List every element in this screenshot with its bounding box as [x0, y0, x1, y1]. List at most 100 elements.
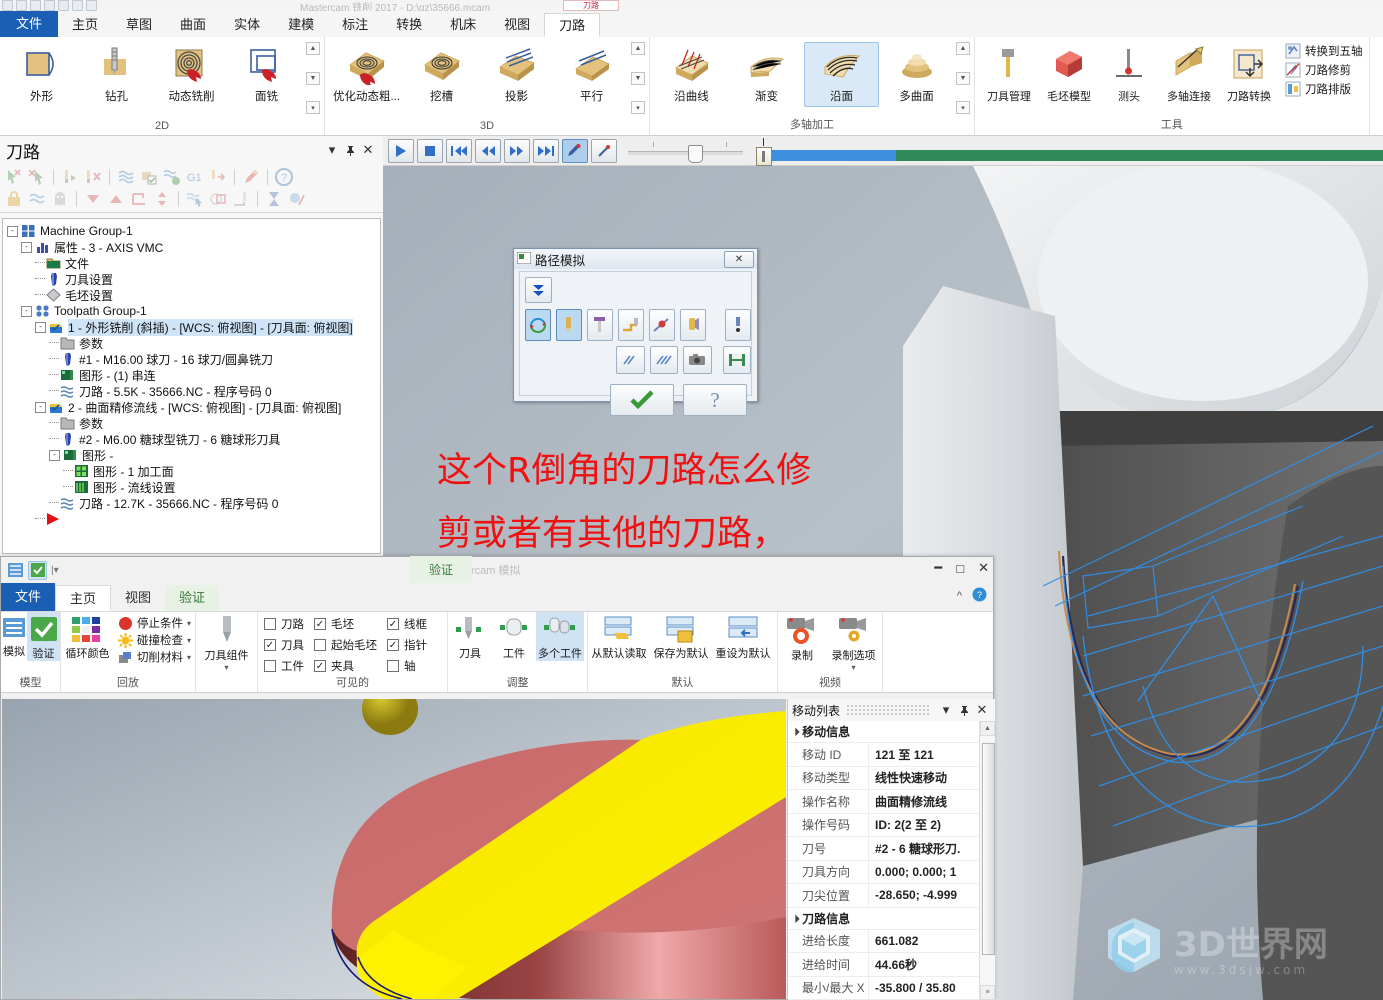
- gallery-up-button[interactable]: ▲: [956, 42, 970, 55]
- move-list-row[interactable]: 操作名称 曲面精修流线: [788, 790, 980, 814]
- simulate-button[interactable]: 模拟: [1, 612, 27, 661]
- tree-item[interactable]: 图形 - 1 加工面: [7, 463, 380, 479]
- stop-condition-item[interactable]: 停止条件 ▾: [118, 615, 191, 631]
- speed-slider-thumb[interactable]: [688, 144, 703, 163]
- deselect-all-icon[interactable]: [27, 167, 47, 187]
- toggle-posting-icon[interactable]: [27, 189, 47, 209]
- redo-icon[interactable]: [72, 0, 83, 11]
- ribbon-tab-6[interactable]: 标注: [328, 13, 382, 37]
- sim-ok-button[interactable]: [610, 384, 674, 416]
- visibility-checkbox-row[interactable]: ✓ 刀具: [264, 637, 304, 653]
- pocket-button[interactable]: 挖槽: [404, 42, 479, 107]
- endpoints-icon[interactable]: [649, 309, 675, 341]
- collision-check-item[interactable]: 碰撞检查 ▾: [117, 632, 191, 648]
- move-list-body[interactable]: ◢ 移动信息 移动 ID 121 至 121 移动类型 线性快速移动 操作名称 曲面精修流线操…: [788, 721, 980, 1000]
- visibility-checkbox-row[interactable]: 起始毛坯: [314, 637, 377, 653]
- gallery-more-button[interactable]: ▾: [631, 101, 645, 114]
- reset-defaults-button[interactable]: 重设为默认: [712, 612, 774, 661]
- verification-tab-3[interactable]: 验证: [165, 585, 220, 611]
- save-icon[interactable]: [722, 346, 751, 374]
- multisurface-button[interactable]: 多曲面: [879, 42, 954, 107]
- tool-manager-button[interactable]: 刀具管理: [979, 42, 1039, 107]
- ribbon-tab-4[interactable]: 实体: [220, 13, 274, 37]
- open-icon[interactable]: [16, 0, 27, 11]
- verification-tab-0[interactable]: 文件: [1, 583, 56, 611]
- playback-toolbar[interactable]: [383, 136, 1383, 166]
- move-list-row[interactable]: 刀尖位置 -28.650; -4.999: [788, 884, 980, 908]
- morph-button[interactable]: 渐变: [729, 42, 804, 107]
- scrollbar-thumb[interactable]: [982, 743, 995, 955]
- close-icon[interactable]: ✕: [973, 701, 991, 719]
- read-defaults-button[interactable]: 从默认读取: [588, 612, 650, 661]
- chevron-down-icon[interactable]: ▾: [187, 619, 191, 628]
- toolpath-nesting-button[interactable]: 刀路排版: [1283, 80, 1365, 98]
- visibility-checkbox-row[interactable]: 轴: [387, 658, 427, 674]
- gallery-down-button[interactable]: ▼: [956, 71, 970, 85]
- edit-toolpath-icon[interactable]: [241, 167, 261, 187]
- gallery-scroll[interactable]: ▲ ▼ ▾: [306, 42, 320, 114]
- tree-item[interactable]: - 属性 - 3 - AXIS VMC: [7, 239, 380, 255]
- ribbon-tab-0[interactable]: 文件: [0, 11, 59, 37]
- gallery-down-button[interactable]: ▼: [306, 71, 320, 85]
- along-curve-button[interactable]: 沿曲线: [654, 42, 729, 107]
- face-mill-button[interactable]: 面铣: [229, 42, 304, 107]
- tree-item[interactable]: 参数: [7, 335, 380, 351]
- drill-button[interactable]: 钻孔: [79, 42, 154, 107]
- move-list-row[interactable]: 操作号码 ID: 2(2 至 2): [788, 813, 980, 837]
- select-all-icon[interactable]: [4, 167, 24, 187]
- tree-expander[interactable]: -: [7, 225, 18, 237]
- cut-material-item[interactable]: 切削材料 ▾: [118, 649, 191, 665]
- play-button[interactable]: [388, 138, 414, 163]
- close-icon[interactable]: ✕: [359, 141, 377, 159]
- tree-item[interactable]: - 2 - 曲面精修流线 - [WCS: 俯视图] - [刀具面: 俯视图]: [7, 399, 380, 415]
- opti-rough-button[interactable]: 优化动态粗...: [329, 42, 404, 107]
- refresh-icon[interactable]: [525, 309, 551, 341]
- chevron-down-icon[interactable]: ▾: [187, 653, 191, 662]
- move-list-row[interactable]: 刀具方向 0.000; 0.000; 1: [788, 860, 980, 884]
- tool-holder-icon[interactable]: [587, 309, 613, 341]
- section-collapse-icon[interactable]: ◢: [790, 726, 801, 737]
- playback-options-list[interactable]: 停止条件 ▾ 碰撞检查 ▾ 切削材料 ▾: [114, 612, 195, 665]
- wait-icon[interactable]: [264, 189, 284, 209]
- collapse-ribbon-icon[interactable]: ^: [957, 590, 962, 602]
- probe-button[interactable]: 测头: [1099, 42, 1159, 107]
- parallel-button[interactable]: 平行: [554, 42, 629, 107]
- toolpath-transform-button[interactable]: 刀路转换: [1219, 42, 1279, 107]
- delete-toolpath-icon[interactable]: [83, 167, 103, 187]
- help-icon[interactable]: ?: [274, 167, 294, 187]
- gallery-up-button[interactable]: ▲: [306, 42, 320, 55]
- verification-help-row[interactable]: ^ ?: [957, 587, 987, 605]
- visibility-checkbox-row[interactable]: ✓ 线框: [387, 616, 427, 632]
- visibility-checkbox-row[interactable]: 工件: [264, 658, 304, 674]
- fit-tool-button[interactable]: 刀具: [448, 612, 492, 661]
- scroll-grip[interactable]: ≡: [980, 985, 995, 1000]
- sim-button-row-1[interactable]: [520, 303, 751, 341]
- gallery-scroll[interactable]: ▲ ▼ ▾: [956, 42, 970, 114]
- tree-expander[interactable]: -: [21, 241, 32, 253]
- stop-button[interactable]: [417, 138, 443, 163]
- maximize-button[interactable]: □: [956, 561, 964, 576]
- along-surface-button[interactable]: 沿面: [804, 42, 879, 107]
- sim-button-row-2[interactable]: [520, 341, 751, 374]
- move-toolpath-icon[interactable]: [208, 167, 228, 187]
- multiaxis-link-button[interactable]: 多轴连接: [1159, 42, 1219, 107]
- verification-window-buttons[interactable]: ━ □ ✕: [934, 560, 989, 576]
- ribbon-tab-8[interactable]: 机床: [436, 13, 490, 37]
- hatch1-icon[interactable]: [616, 346, 645, 374]
- gallery-scroll[interactable]: ▲ ▼ ▾: [631, 42, 645, 114]
- contour-button[interactable]: 外形: [4, 42, 79, 107]
- contextual-verify-tab[interactable]: 验证: [410, 556, 472, 583]
- visibility-checkbox-row[interactable]: ✓ 毛坯: [314, 616, 377, 632]
- convert-to-5axis-button[interactable]: 转换到五轴: [1283, 42, 1365, 60]
- checkbox[interactable]: [264, 660, 276, 672]
- tree-item[interactable]: - Machine Group-1: [7, 223, 380, 239]
- sim-expand-button[interactable]: [525, 277, 552, 303]
- checkbox[interactable]: ✓: [264, 639, 276, 651]
- sim-close-button[interactable]: ✕: [724, 250, 754, 268]
- verification-quick-access[interactable]: |▾: [1, 560, 59, 580]
- toolpath-tree[interactable]: - Machine Group-1- 属性 - 3 - AXIS VMC 文件 刀具设置…: [2, 218, 381, 554]
- insert-marker-icon[interactable]: [129, 189, 149, 209]
- tree-item[interactable]: #2 - M6.00 糖球型铣刀 - 6 糖球形刀具: [7, 431, 380, 447]
- stock-model-button[interactable]: 毛坯模型: [1039, 42, 1099, 107]
- visibility-checkbox-row[interactable]: ✓ 指针: [387, 637, 427, 653]
